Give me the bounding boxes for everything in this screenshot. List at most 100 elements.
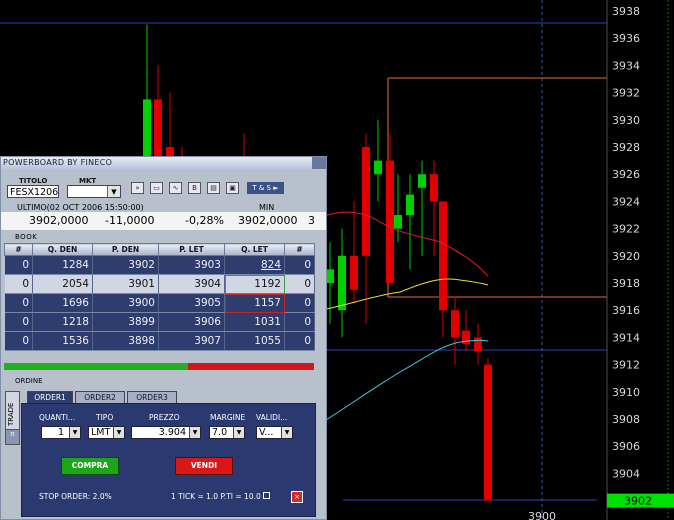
symbol-field[interactable]: FESX1206 xyxy=(7,185,59,198)
order-book: # Q. DEN P. DEN P. LET Q. LET # 0 1284 3… xyxy=(4,243,315,351)
price-tick-label: 3906 xyxy=(612,440,640,453)
stop-order-text: STOP ORDER: 2.0% xyxy=(39,492,112,501)
pct-value: -0,28% xyxy=(185,214,224,227)
price-tick-label: 3938 xyxy=(612,5,640,18)
book-cell: 0 xyxy=(4,331,33,351)
b-icon[interactable]: B xyxy=(188,182,201,194)
price-tick-label: 3918 xyxy=(612,277,640,290)
tick-info: 1 TICK = 1.0 P.TI = 10.0 xyxy=(171,492,271,501)
book-header: P. LET xyxy=(158,243,225,256)
candle-body xyxy=(451,310,459,338)
candle-body xyxy=(386,160,394,283)
candle-body xyxy=(362,147,370,256)
book-cell: 1696 xyxy=(32,293,93,313)
extra-value: 3 xyxy=(308,214,315,227)
price-tick-label: 3914 xyxy=(612,331,640,344)
candle-body xyxy=(462,330,470,345)
candle-body xyxy=(326,269,334,283)
price-tick-label: 3912 xyxy=(612,359,640,372)
chevron-down-icon[interactable]: ▼ xyxy=(233,427,244,438)
min-value: 3902,0000 xyxy=(238,214,298,227)
chevron-down-icon[interactable]: ▼ xyxy=(107,186,120,197)
quote-row: 3902,0000 -11,0000 -0,28% 3902,0000 3 xyxy=(1,212,326,230)
ma-yellow-line xyxy=(309,278,489,313)
close-icon[interactable]: × xyxy=(291,491,303,503)
qty-label: QUANTI... xyxy=(39,413,76,422)
price-label: PREZZO xyxy=(149,413,180,422)
margin-select[interactable]: 7.0 ▼ xyxy=(209,426,245,439)
last-value: 3902,0000 xyxy=(29,214,89,227)
price-tick-label: 3932 xyxy=(612,87,640,100)
book-cell: 3903 xyxy=(158,255,225,275)
n-tab[interactable]: n xyxy=(5,429,20,445)
book-cell: 0 xyxy=(4,274,33,294)
market-select[interactable]: ▼ xyxy=(67,185,121,198)
price-tick-label: 3904 xyxy=(612,467,640,480)
x-axis-label: 3900 xyxy=(528,510,556,520)
book-row[interactable]: 0 1284 3902 3903 824 0 xyxy=(4,255,315,275)
price-tick-label: 3926 xyxy=(612,168,640,181)
chart-icon[interactable]: ∿ xyxy=(169,182,182,194)
candle-body xyxy=(350,255,358,290)
candle-body xyxy=(338,255,346,311)
margin-label: MARGINE xyxy=(210,413,246,422)
price-tick-label: 3920 xyxy=(612,250,640,263)
ma-cyan-line xyxy=(309,339,489,431)
checkbox-icon[interactable] xyxy=(263,492,271,499)
candle-body xyxy=(406,194,414,215)
type-select[interactable]: LMT ▼ xyxy=(88,426,125,439)
min-header: MIN xyxy=(259,203,275,212)
spin-icon[interactable]: ▼ xyxy=(189,427,200,438)
last-header: ULTIMO(02 OCT 2006 15:50:00) xyxy=(17,203,144,212)
window-icon[interactable]: ▭ xyxy=(150,182,163,194)
book-cell: 0 xyxy=(284,312,315,332)
book-cell: 824 xyxy=(224,255,285,275)
book-cell: 1157 xyxy=(224,293,285,313)
last-price-label: 3902 xyxy=(624,495,652,508)
candle-body xyxy=(474,337,482,351)
buy-button[interactable]: COMPRA xyxy=(61,457,119,475)
book-cell: 1031 xyxy=(224,312,285,332)
book-cell: 0 xyxy=(4,255,33,275)
price-tick-label: 3930 xyxy=(612,114,640,127)
chevron-down-icon[interactable]: ▼ xyxy=(281,427,292,438)
book-cell: 1536 xyxy=(32,331,93,351)
quantity-stepper[interactable]: 1 ▼ xyxy=(41,426,81,439)
candle-body xyxy=(439,201,447,311)
save-icon[interactable]: ▣ xyxy=(226,182,239,194)
book-cell: 3906 xyxy=(158,312,225,332)
book-cell: 3907 xyxy=(158,331,225,351)
book-row[interactable]: 0 1696 3900 3905 1157 0 xyxy=(4,293,315,313)
book-row[interactable]: 0 1218 3899 3906 1031 0 xyxy=(4,312,315,332)
book-row[interactable]: 0 2054 3901 3904 1192 0 xyxy=(4,274,315,294)
valid-label: VALIDI... xyxy=(256,413,288,422)
book-cell: 0 xyxy=(284,293,315,313)
book-header: Q. LET xyxy=(224,243,285,256)
price-tick-label: 3934 xyxy=(612,59,640,72)
order-label: ORDINE xyxy=(15,377,43,385)
spin-icon[interactable]: ▼ xyxy=(69,427,80,438)
ask-volume-bar xyxy=(188,363,314,370)
sell-button[interactable]: VENDI xyxy=(175,457,233,475)
price-field[interactable]: 3.904 ▼ xyxy=(131,426,201,439)
chevron-down-icon[interactable]: ▼ xyxy=(113,427,124,438)
book-row[interactable]: 0 1536 3898 3907 1055 0 xyxy=(4,331,315,351)
doc-icon[interactable]: ▤ xyxy=(207,182,220,194)
candle-body xyxy=(418,174,426,188)
powerboard-panel: POWERBOARD BY FINECO TITOLO MKT FESX1206… xyxy=(0,156,327,520)
time-sales-button[interactable]: T & S ► xyxy=(247,182,284,194)
bid-volume-bar xyxy=(4,363,188,370)
market-label: MKT xyxy=(79,177,97,185)
book-cell: 2054 xyxy=(32,274,93,294)
forward-icon[interactable]: » xyxy=(131,182,144,194)
validity-select[interactable]: V... ▼ xyxy=(256,426,293,439)
book-cell: 3902 xyxy=(92,255,159,275)
book-label: BOOK xyxy=(15,233,38,241)
book-cell: 3899 xyxy=(92,312,159,332)
book-cell: 0 xyxy=(4,312,33,332)
candle-body xyxy=(484,364,492,501)
price-tick-label: 3922 xyxy=(612,223,640,236)
close-icon[interactable] xyxy=(312,157,326,169)
panel-title: POWERBOARD BY FINECO xyxy=(1,157,326,169)
book-cell: 0 xyxy=(284,331,315,351)
